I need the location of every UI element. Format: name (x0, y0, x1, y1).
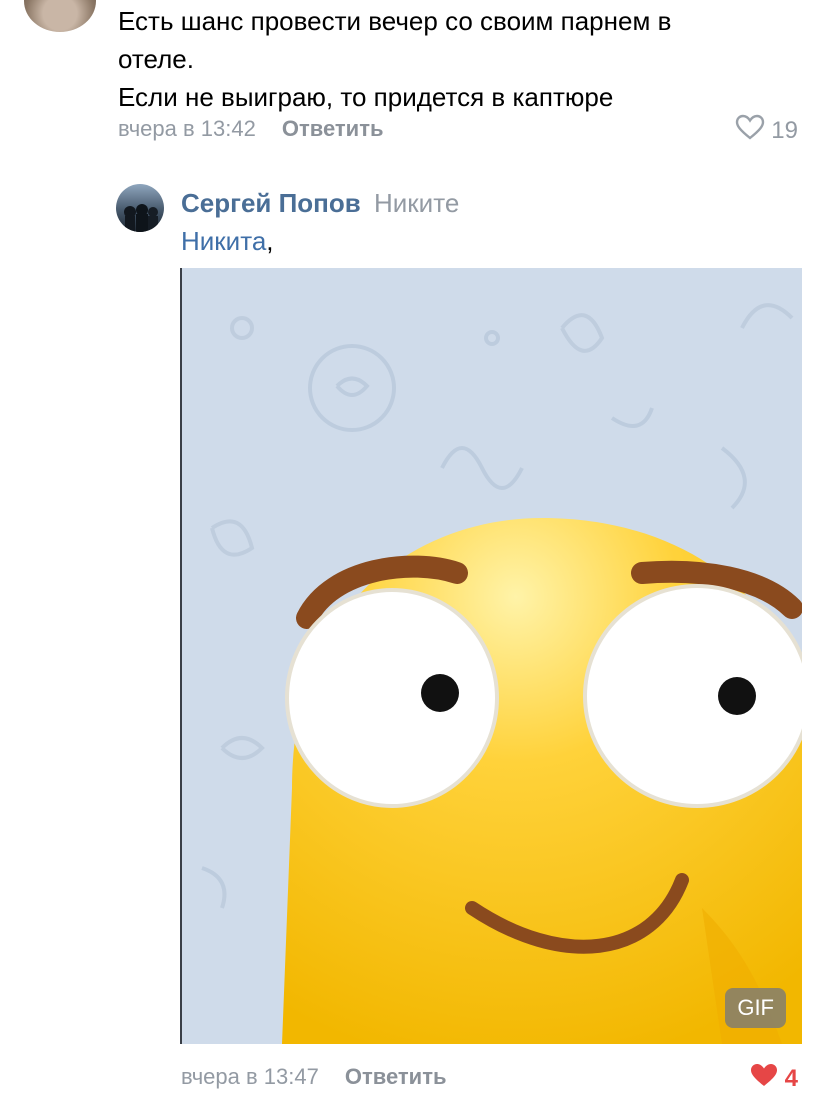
reply-to[interactable]: Никите (374, 188, 459, 218)
reply-meta: вчера в 13:47 Ответить (181, 1064, 447, 1090)
like-count: 19 (771, 116, 798, 144)
reply-button[interactable]: Ответить (282, 116, 384, 142)
comment-line: Если не выиграю, то придется в каптюре (118, 82, 614, 112)
gif-attachment[interactable]: GIF (180, 268, 802, 1044)
heart-filled-icon (749, 1062, 779, 1095)
mention-link[interactable]: Никита (181, 226, 266, 256)
like-button[interactable]: 19 (735, 114, 798, 147)
avatar[interactable] (24, 0, 96, 32)
avatar[interactable] (116, 184, 164, 232)
reply-header: Сергей Попов Никите (181, 188, 459, 219)
gif-image (201, 303, 802, 1044)
comment-line: Есть шанс провести вечер со своим парнем… (118, 6, 672, 36)
reply-text: Никита, (181, 226, 274, 257)
heart-outline-icon (735, 114, 765, 147)
like-button[interactable]: 4 (749, 1062, 798, 1095)
comment-line: отеле. (118, 44, 194, 74)
reply-button[interactable]: Ответить (345, 1064, 447, 1090)
comment-text: Есть шанс провести вечер со своим парнем… (118, 2, 798, 116)
author-name[interactable]: Сергей Попов (181, 188, 361, 218)
mention-suffix: , (266, 226, 274, 256)
like-count: 4 (784, 1064, 798, 1092)
reply-time: вчера в 13:47 (181, 1064, 319, 1089)
comment-meta: вчера в 13:42 Ответить (118, 116, 384, 142)
gif-badge: GIF (725, 988, 786, 1028)
comment-time: вчера в 13:42 (118, 116, 256, 141)
